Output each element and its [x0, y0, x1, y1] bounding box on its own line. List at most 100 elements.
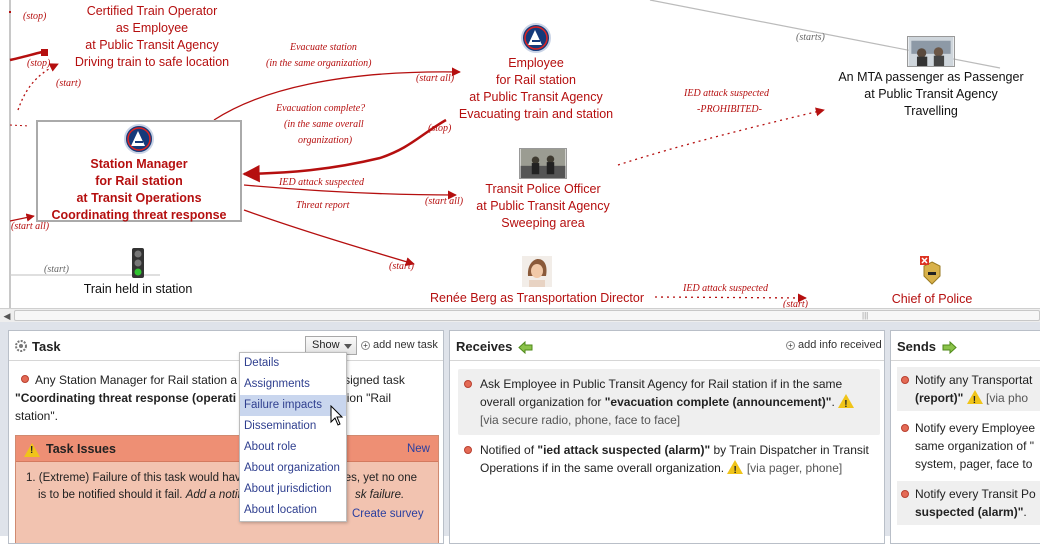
menu-item-about-location[interactable]: About location — [240, 500, 346, 521]
create-survey-link[interactable]: Create survey — [352, 508, 424, 520]
add-info-received-link[interactable]: + add info received — [786, 339, 882, 351]
warning-icon — [24, 443, 40, 457]
message-info-name: "evacuation complete (announcement)" — [604, 395, 832, 409]
bullet-icon — [464, 446, 472, 454]
task-name: "Coordinating threat response (operati — [15, 391, 237, 405]
message-text: . — [831, 395, 835, 409]
diagram-horizontal-scrollbar[interactable]: ◀ ||| — [0, 308, 1040, 322]
node-line: at Transit Operations — [76, 191, 202, 205]
message-info-name: suspected (alarm)" — [915, 505, 1024, 519]
bullet-icon — [21, 375, 29, 383]
menu-item-details[interactable]: Details — [240, 353, 346, 374]
issue-item: 1. (Extreme) Failure of this task would … — [26, 470, 436, 504]
message-info-name: (report)" — [915, 391, 964, 405]
node-station-manager-selected[interactable]: Station Manager for Rail station at Tran… — [36, 120, 242, 222]
bullet-icon — [901, 376, 909, 384]
node-line: for Rail station — [496, 73, 576, 87]
menu-item-about-role[interactable]: About role — [240, 437, 346, 458]
node-line: Transit Police Officer — [485, 182, 601, 196]
node-line: for Rail station — [95, 174, 183, 188]
node-line: Employee — [508, 56, 564, 70]
new-issue-link[interactable]: New — [407, 443, 430, 455]
message-text: Notified of — [480, 443, 538, 457]
node-line: at Public Transit Agency — [864, 87, 998, 101]
message-text: . — [1023, 505, 1027, 519]
scroll-left-arrow-icon[interactable]: ◀ — [0, 309, 14, 322]
scrollbar-thumb[interactable] — [14, 310, 1040, 321]
add-info-received-label: add info received — [798, 339, 882, 351]
police-badge-icon — [920, 256, 941, 285]
node-line: at Public Transit Agency — [476, 199, 610, 213]
node-line: as Employee — [115, 21, 189, 35]
node-passenger[interactable]: An MTA passenger as Passenger at Public … — [826, 36, 1036, 120]
edge-label-ied-attack: IED attack suspected — [279, 177, 364, 188]
show-label: Show — [312, 339, 340, 351]
node-line: Travelling — [904, 104, 958, 118]
gear-icon — [15, 340, 27, 352]
bullet-icon — [901, 490, 909, 498]
task-issues-box: Task Issues New 1. (Extreme) Failure of … — [15, 435, 439, 543]
node-renee-berg[interactable]: Renée Berg as Transportation Director — [412, 256, 662, 307]
task-issues-header: Task Issues New — [16, 436, 438, 462]
sends-panel-header: Sends — [891, 331, 1040, 361]
message-text: Operations if in the same overall organi… — [480, 461, 725, 475]
node-line: Driving train to safe location — [74, 55, 230, 69]
node-line: at Public Transit Agency — [469, 90, 603, 104]
edge-label-evacuate-station: Evacuate station — [290, 42, 357, 53]
sent-message[interactable]: Notify any Transportat (report)" [via ph… — [897, 367, 1040, 411]
show-dropdown-menu: Details Assignments Failure impacts Diss… — [239, 352, 347, 522]
node-line: Coordinating threat response — [51, 208, 227, 222]
menu-item-assignments[interactable]: Assignments — [240, 374, 346, 395]
node-station-manager: Station Manager for Rail station at Tran… — [38, 124, 240, 224]
arrow-left-icon — [518, 341, 533, 354]
task-desc-text: Any Station Manager for Rail station a — [35, 373, 238, 387]
node-chief-of-police[interactable]: Chief of Police — [872, 256, 992, 308]
task-panel: Task Show + add new task Any Station Mana… — [8, 330, 444, 544]
role-diagram[interactable]: (stop) (stop) (start) Evacuate station (… — [0, 0, 1040, 322]
message-text: system, pager, face to — [915, 457, 1033, 471]
issue-text: is to be notified should it fail. — [38, 489, 183, 501]
message-info-name: "ied attack suspected (alarm)" — [537, 443, 711, 457]
chevron-down-icon — [344, 344, 352, 349]
received-message[interactable]: Ask Employee in Public Transit Agency fo… — [458, 369, 880, 435]
edge-label-same-overall: (in the same overall — [284, 119, 364, 130]
edge-label-organization: organization) — [298, 135, 353, 146]
issue-text: sk failure. — [354, 489, 405, 501]
issue-text: 1. (Extreme) Failure of this task would … — [26, 472, 241, 484]
receives-panel-title: Receives — [456, 339, 533, 354]
sends-panel-title: Sends — [897, 339, 957, 354]
add-new-task-link[interactable]: + add new task — [361, 339, 438, 351]
menu-item-about-organization[interactable]: About organization — [240, 458, 346, 479]
node-police-officer[interactable]: Transit Police Officer at Public Transit… — [458, 148, 628, 232]
node-line: Certified Train Operator — [86, 4, 218, 18]
sent-message[interactable]: Notify every Employee same organization … — [897, 415, 1040, 477]
edge-label-ied-attack: IED attack suspected — [684, 88, 769, 99]
node-employee[interactable]: Employee for Rail station at Public Tran… — [450, 23, 622, 123]
edge-label-start: (start) — [389, 261, 414, 272]
warning-icon — [727, 460, 744, 480]
receives-panel-header: Receives + add info received — [450, 331, 884, 361]
node-line: An MTA passenger as Passenger — [838, 70, 1024, 84]
transit-agency-logo-icon — [124, 124, 154, 154]
message-text: by Train Dispatcher in Transit — [710, 443, 869, 457]
received-message[interactable]: Notified of "ied attack suspected (alarm… — [458, 435, 880, 483]
task-panel-title: Task — [32, 339, 61, 354]
scroll-grip-icon: ||| — [862, 311, 869, 320]
menu-item-about-jurisdiction[interactable]: About jurisdiction — [240, 479, 346, 500]
node-line: Evacuating train and station — [458, 107, 614, 121]
transit-agency-logo-icon — [521, 23, 551, 53]
message-text: Ask Employee in Public Transit Agency fo… — [480, 377, 843, 391]
node-line: Chief of Police — [891, 292, 973, 306]
node-train-operator[interactable]: Certified Train Operator as Employee at … — [58, 3, 246, 71]
edge-label-stop: (stop) — [428, 123, 452, 134]
edge-label-start: (start) — [56, 78, 81, 89]
node-train-held[interactable]: Train held in station — [70, 248, 206, 298]
sent-message[interactable]: Notify every Transit Po suspected (alarm… — [897, 481, 1040, 525]
edge-label-start-all: (start all) — [416, 73, 455, 84]
bullet-icon — [901, 424, 909, 432]
edge-label-threat-report: Threat report — [296, 200, 350, 211]
person-photo-icon — [522, 256, 552, 287]
message-text: Notify any Transportat — [915, 373, 1033, 387]
message-text: overall organization for — [480, 395, 605, 409]
edge-label-starts: (starts) — [796, 32, 825, 43]
